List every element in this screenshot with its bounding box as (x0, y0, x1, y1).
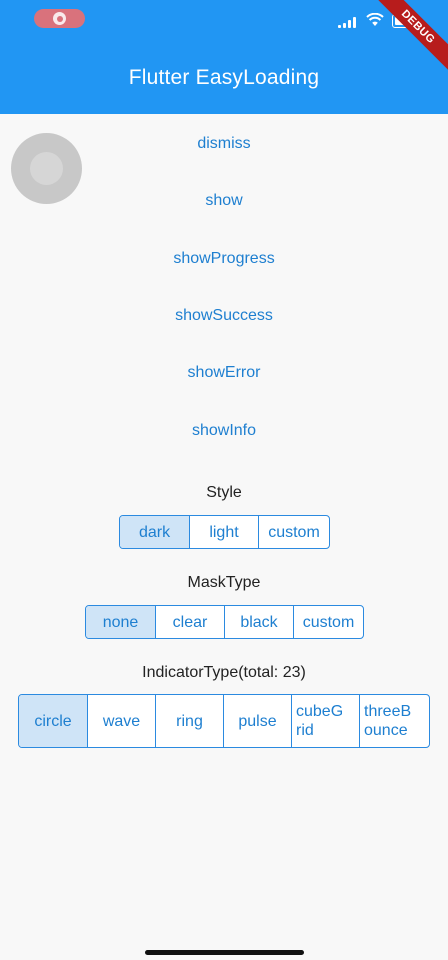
wifi-icon (366, 13, 384, 26)
debug-banner: DEBUG (369, 0, 448, 76)
show-info-button[interactable]: showInfo (0, 422, 448, 440)
record-icon (53, 12, 66, 25)
mask-option-custom[interactable]: custom (294, 606, 363, 638)
status-bar-icons: DEBUG (338, 0, 448, 76)
style-segmented-control: dark light custom (119, 515, 330, 549)
indicator-type-label: IndicatorType(total: 23) (142, 664, 306, 681)
indicator-option-pulse[interactable]: pulse (224, 695, 292, 747)
indicator-option-circle[interactable]: circle (19, 695, 88, 747)
show-success-button[interactable]: showSuccess (0, 307, 448, 325)
show-button[interactable]: show (0, 192, 448, 210)
dismiss-button[interactable]: dismiss (0, 135, 448, 153)
mask-type-label: MaskType (187, 574, 261, 591)
mask-option-clear[interactable]: clear (156, 606, 225, 638)
indicator-option-ring[interactable]: ring (156, 695, 224, 747)
mask-option-black[interactable]: black (225, 606, 294, 638)
screen-recording-indicator (34, 9, 85, 28)
cellular-signal-icon (338, 16, 358, 28)
indicator-option-cube-grid[interactable]: cubeG rid (292, 695, 360, 747)
style-option-light[interactable]: light (190, 516, 259, 548)
show-progress-button[interactable]: showProgress (0, 250, 448, 268)
style-option-dark[interactable]: dark (120, 516, 190, 548)
home-indicator[interactable] (145, 950, 304, 955)
app-title: Flutter EasyLoading (128, 66, 320, 89)
floating-touch-inner (30, 152, 63, 185)
app-bar: DEBUG Flutter EasyLoading (0, 0, 448, 114)
indicator-option-three-bounce[interactable]: threeB ounce (360, 695, 429, 747)
mask-type-segmented-control: none clear black custom (85, 605, 364, 639)
show-error-button[interactable]: showError (0, 364, 448, 382)
style-option-custom[interactable]: custom (259, 516, 329, 548)
indicator-type-segmented-control: circle wave ring pulse cubeG rid threeB … (18, 694, 430, 748)
indicator-option-wave[interactable]: wave (88, 695, 156, 747)
mask-option-none[interactable]: none (86, 606, 156, 638)
style-label: Style (206, 484, 242, 501)
